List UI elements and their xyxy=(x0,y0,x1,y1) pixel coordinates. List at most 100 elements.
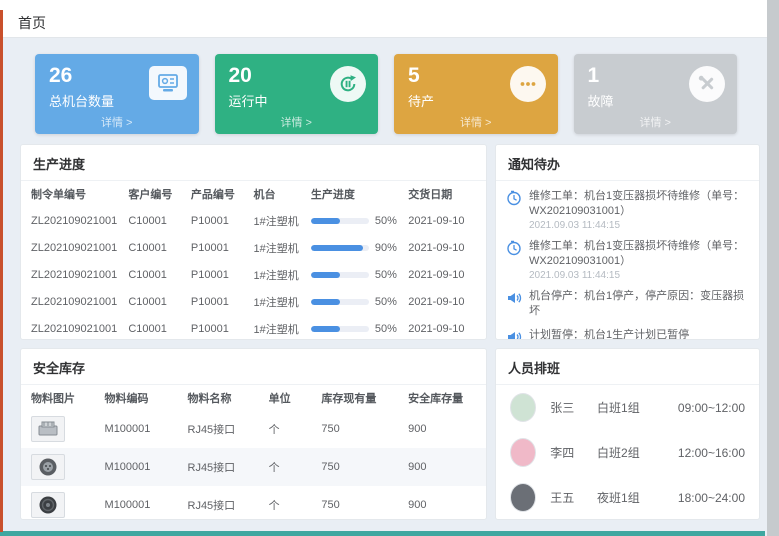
progress-cell: 50% xyxy=(311,296,408,308)
column-header: 物料编码 xyxy=(105,390,188,406)
stock-qty: 750 xyxy=(321,461,408,473)
progress-bar xyxy=(311,299,369,305)
material-image-cell xyxy=(31,492,105,518)
notifications-panel: 通知待办 维修工单：机台1变压器损坏待维修（单号：WX202109031001）… xyxy=(495,144,760,340)
material-code: M100001 xyxy=(105,461,188,473)
product-no: P10001 xyxy=(191,269,254,281)
notification-item[interactable]: 维修工单：机台1变压器损坏待维修（单号：WX202109031001） 2021… xyxy=(506,239,749,281)
panel-title: 通知待办 xyxy=(496,145,759,181)
stat-card-total-machines[interactable]: 26 总机台数量 详情 > xyxy=(35,54,199,134)
notification-text: 计划暂停：机台1生产计划已暂停 xyxy=(529,328,689,340)
staff-time: 12:00~16:00 xyxy=(678,446,745,460)
tab-home[interactable]: 首页 xyxy=(18,13,46,33)
window-edge-bottom xyxy=(0,531,765,536)
material-image-cell xyxy=(31,454,105,480)
customer-no: C10001 xyxy=(128,269,191,281)
customer-no: C10001 xyxy=(128,215,191,227)
stat-card-waiting[interactable]: 5 待产 详情 > xyxy=(394,54,558,134)
machine: 1#注塑机 xyxy=(254,267,311,283)
delivery-date: 2021-09-10 xyxy=(408,269,476,281)
notification-body: 维修工单：机台1变压器损坏待维修（单号：WX202109031001） 2021… xyxy=(529,239,749,281)
stat-info: 1 故障 xyxy=(588,64,614,110)
staff-name: 李四 xyxy=(550,444,597,461)
notification-body: 机台停产：机台1停产，停产原因：变压器损坏 xyxy=(529,289,749,320)
unit: 个 xyxy=(269,459,322,475)
progress-bar xyxy=(311,245,369,251)
detail-link[interactable]: 详情 > xyxy=(394,114,558,130)
progress-bar xyxy=(311,272,369,278)
stat-card-running[interactable]: 20 运行中 详情 > xyxy=(215,54,379,134)
staff-row: 王五 夜班1组 18:00~24:00 xyxy=(496,475,759,520)
notification-item[interactable]: 计划暂停：机台1生产计划已暂停 2021.09.03 11:44:15 xyxy=(506,328,749,340)
product-no: P10001 xyxy=(191,242,254,254)
detail-link[interactable]: 详情 > xyxy=(574,114,738,130)
panel-title: 人员排班 xyxy=(496,349,759,385)
table-row: M100001 RJ45接口 个 750 900 xyxy=(21,486,486,520)
material-name: RJ45接口 xyxy=(188,497,269,513)
material-name: RJ45接口 xyxy=(188,421,269,437)
stat-value: 26 xyxy=(49,64,114,88)
product-no: P10001 xyxy=(191,296,254,308)
progress-cell: 50% xyxy=(311,323,408,335)
detail-link[interactable]: 详情 > xyxy=(35,114,199,130)
staff-shift: 夜班1组 xyxy=(597,489,678,506)
stat-label: 待产 xyxy=(408,91,434,110)
clock-icon xyxy=(506,190,522,206)
notification-item[interactable]: 机台停产：机台1停产，停产原因：变压器损坏 xyxy=(506,289,749,320)
machine: 1#注塑机 xyxy=(254,321,311,337)
clock-icon xyxy=(506,240,522,256)
stat-cards-row: 26 总机台数量 详情 > 20 运行中 详情 > xyxy=(0,38,767,134)
stock-qty: 750 xyxy=(321,499,408,511)
staff-row: 李四 白班2组 12:00~16:00 xyxy=(496,430,759,475)
machine: 1#注塑机 xyxy=(254,294,311,310)
table-row: ZL202109021001 C10001 P10001 1#注塑机 90% 2… xyxy=(21,234,486,261)
panel-grid: 生产进度 制令单编号 客户编号 产品编号 机台 生产进度 交货日期 ZL2021… xyxy=(0,134,767,520)
customer-no: C10001 xyxy=(128,242,191,254)
column-header: 物料图片 xyxy=(31,390,105,406)
staff-schedule-panel: 人员排班 张三 白班1组 09:00~12:00 李四 白班2组 12:00~1… xyxy=(495,348,760,520)
stat-value: 20 xyxy=(229,64,268,88)
progress-bar xyxy=(311,326,369,332)
notification-item[interactable]: 维修工单：机台1变压器损坏待维修（单号：WX202109031001） 2021… xyxy=(506,189,749,231)
progress-cell: 90% xyxy=(311,242,408,254)
detail-link[interactable]: 详情 > xyxy=(215,114,379,130)
unit: 个 xyxy=(269,421,322,437)
progress-label: 50% xyxy=(375,323,397,335)
safety-stock-panel: 安全库存 物料图片 物料编码 物料名称 单位 库存现有量 安全库存量 M1000… xyxy=(20,348,487,520)
notification-text: 机台停产：机台1停产，停产原因：变压器损坏 xyxy=(529,289,749,318)
avatar xyxy=(510,393,536,422)
safety-qty: 900 xyxy=(408,499,476,511)
column-header: 库存现有量 xyxy=(321,390,408,406)
table-row: M100001 RJ45接口 个 750 900 xyxy=(21,410,486,448)
unit: 个 xyxy=(269,497,322,513)
material-name: RJ45接口 xyxy=(188,459,269,475)
tools-icon xyxy=(689,66,725,102)
column-header: 安全库存量 xyxy=(408,390,476,406)
table-header: 制令单编号 客户编号 产品编号 机台 生产进度 交货日期 xyxy=(21,181,486,207)
staff-row: 张三 白班1组 09:00~12:00 xyxy=(496,385,759,430)
avatar xyxy=(510,438,536,467)
material-image-cell xyxy=(31,416,105,442)
panel-title: 安全库存 xyxy=(21,349,486,385)
machine-icon xyxy=(149,66,187,100)
rj45-connector-photo xyxy=(31,416,65,442)
delivery-date: 2021-09-10 xyxy=(408,296,476,308)
material-code: M100001 xyxy=(105,499,188,511)
avatar xyxy=(510,483,536,512)
stat-info: 26 总机台数量 xyxy=(49,64,114,110)
stat-value: 5 xyxy=(408,64,434,88)
staff-shift: 白班2组 xyxy=(597,444,678,461)
ellipsis-icon xyxy=(510,66,546,102)
staff-shift: 白班1组 xyxy=(597,399,678,416)
staff-time: 18:00~24:00 xyxy=(678,491,745,505)
notification-body: 计划暂停：机台1生产计划已暂停 2021.09.03 11:44:15 xyxy=(529,328,689,340)
stat-card-fault[interactable]: 1 故障 详情 > xyxy=(574,54,738,134)
notification-time: 2021.09.03 11:44:15 xyxy=(529,270,749,281)
stat-info: 20 运行中 xyxy=(229,64,268,110)
production-progress-panel: 生产进度 制令单编号 客户编号 产品编号 机台 生产进度 交货日期 ZL2021… xyxy=(20,144,487,340)
table-row: M100001 RJ45接口 个 750 900 xyxy=(21,448,486,486)
product-no: P10001 xyxy=(191,215,254,227)
round-connector-photo xyxy=(31,454,65,480)
safety-qty: 900 xyxy=(408,423,476,435)
order-no: ZL202109021001 xyxy=(31,323,128,335)
